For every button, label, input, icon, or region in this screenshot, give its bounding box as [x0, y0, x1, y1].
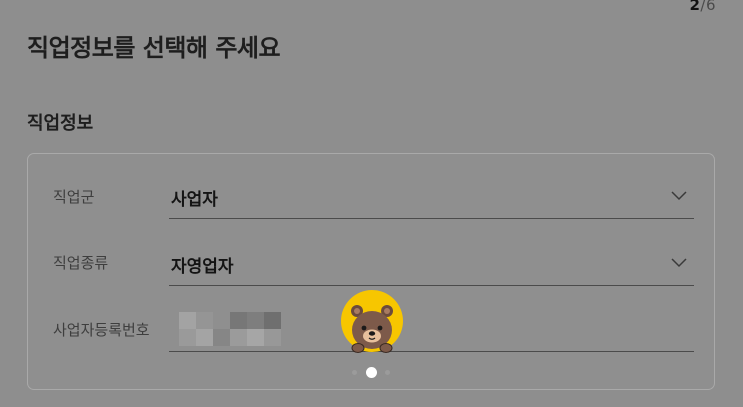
page-title: 직업정보를 선택해 주세요 — [27, 34, 281, 62]
job-type-label: 직업종류 — [53, 254, 109, 272]
business-number-underline — [169, 351, 694, 352]
job-group-value: 사업자 — [171, 190, 218, 210]
job-type-value: 자영업자 — [171, 257, 234, 277]
step-total: 6 — [705, 0, 716, 14]
loading-pager — [351, 366, 395, 378]
job-info-card: 직업군 사업자 직업종류 자영업자 사업자등록번호 — [27, 153, 715, 390]
pager-dot — [352, 370, 357, 375]
chevron-down-icon[interactable] — [671, 258, 687, 268]
pager-dot-active — [366, 367, 377, 378]
chevron-down-icon[interactable] — [671, 191, 687, 201]
business-number-label: 사업자등록번호 — [53, 321, 150, 339]
masked-business-number — [179, 312, 281, 346]
step-indicator: 2/6 — [689, 0, 716, 14]
section-title: 직업정보 — [27, 113, 94, 134]
pager-dot — [385, 370, 390, 375]
job-group-label: 직업군 — [53, 188, 95, 206]
step-current: 2 — [689, 0, 701, 14]
job-group-underline — [169, 218, 694, 219]
bear-icon — [341, 290, 403, 353]
job-type-underline — [169, 285, 694, 286]
